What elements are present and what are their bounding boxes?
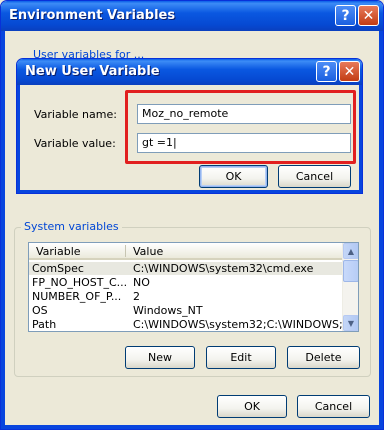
value-cell: C:\WINDOWS\system32;C:\WINDOWS;...	[133, 318, 343, 331]
list-header: Variable Value	[29, 243, 343, 260]
environment-variables-window: Environment Variables ? ✕ User variables…	[0, 0, 384, 430]
value-cell: C:\WINDOWS\system32\cmd.exe	[133, 262, 314, 275]
variable-cell: Path	[32, 318, 57, 331]
dialog-help-button[interactable]: ?	[316, 61, 337, 82]
dialog-cancel-button[interactable]: Cancel	[278, 165, 351, 188]
edit-system-variable-button[interactable]: Edit	[206, 346, 276, 369]
table-row[interactable]: Path C:\WINDOWS\system32;C:\WINDOWS;...	[29, 318, 343, 331]
scroll-down-button[interactable]: ▼	[343, 315, 358, 331]
close-button[interactable]: ✕	[358, 5, 379, 26]
window-titlebar[interactable]: Environment Variables ? ✕	[1, 1, 383, 31]
variable-name-label: Variable name:	[34, 108, 117, 121]
variable-cell: ComSpec	[32, 262, 84, 275]
new-user-variable-dialog: New User Variable ? ✕ Variable name: Moz…	[16, 58, 363, 194]
value-cell: Windows_NT	[133, 304, 203, 317]
dialog-border-right	[359, 85, 362, 193]
scroll-thumb[interactable]	[343, 260, 358, 282]
dialog-titlebar[interactable]: New User Variable ? ✕	[17, 59, 362, 85]
dialog-ok-button[interactable]: OK	[199, 165, 268, 188]
variable-cell: NUMBER_OF_P...	[32, 290, 122, 303]
table-row[interactable]: ComSpec C:\WINDOWS\system32\cmd.exe	[29, 262, 343, 275]
dialog-border-left	[17, 85, 20, 193]
value-cell: NO	[133, 276, 150, 289]
value-cell: 2	[133, 290, 140, 303]
variable-cell: FP_NO_HOST_C...	[32, 276, 127, 289]
dialog-title: New User Variable	[25, 64, 160, 79]
column-value-header[interactable]: Value	[133, 245, 163, 258]
window-border-right	[379, 31, 383, 429]
column-separator[interactable]	[125, 245, 126, 257]
ok-button[interactable]: OK	[217, 395, 287, 418]
table-row[interactable]: OS Windows_NT	[29, 304, 343, 317]
variable-cell: OS	[32, 304, 48, 317]
dialog-close-button[interactable]: ✕	[339, 61, 360, 82]
column-variable-header[interactable]: Variable	[36, 245, 81, 258]
window-title: Environment Variables	[9, 8, 176, 23]
help-icon: ?	[341, 7, 350, 24]
close-icon: ✕	[362, 7, 375, 24]
window-border-bottom	[1, 425, 383, 429]
window-border-left	[1, 31, 5, 429]
system-variables-title: System variables	[21, 220, 122, 233]
variable-value-field[interactable]: gt =1|	[137, 133, 351, 153]
variable-name-field[interactable]: Moz_no_remote	[137, 104, 351, 124]
scroll-up-button[interactable]: ▲	[343, 243, 358, 259]
vertical-scrollbar[interactable]: ▲ ▼	[342, 243, 358, 331]
table-row[interactable]: FP_NO_HOST_C... NO	[29, 276, 343, 289]
dialog-border-bottom	[17, 190, 362, 193]
system-variables-list[interactable]: Variable Value ComSpec C:\WINDOWS\system…	[28, 242, 359, 332]
help-icon: ?	[322, 63, 331, 80]
chevron-up-icon: ▲	[347, 246, 355, 256]
cancel-button[interactable]: Cancel	[297, 395, 370, 418]
table-row[interactable]: NUMBER_OF_P... 2	[29, 290, 343, 303]
new-system-variable-button[interactable]: New	[125, 346, 195, 369]
delete-system-variable-button[interactable]: Delete	[287, 346, 360, 369]
variable-value-label: Variable value:	[34, 137, 116, 150]
chevron-down-icon: ▼	[347, 318, 355, 328]
help-button[interactable]: ?	[335, 5, 356, 26]
close-icon: ✕	[343, 63, 356, 80]
